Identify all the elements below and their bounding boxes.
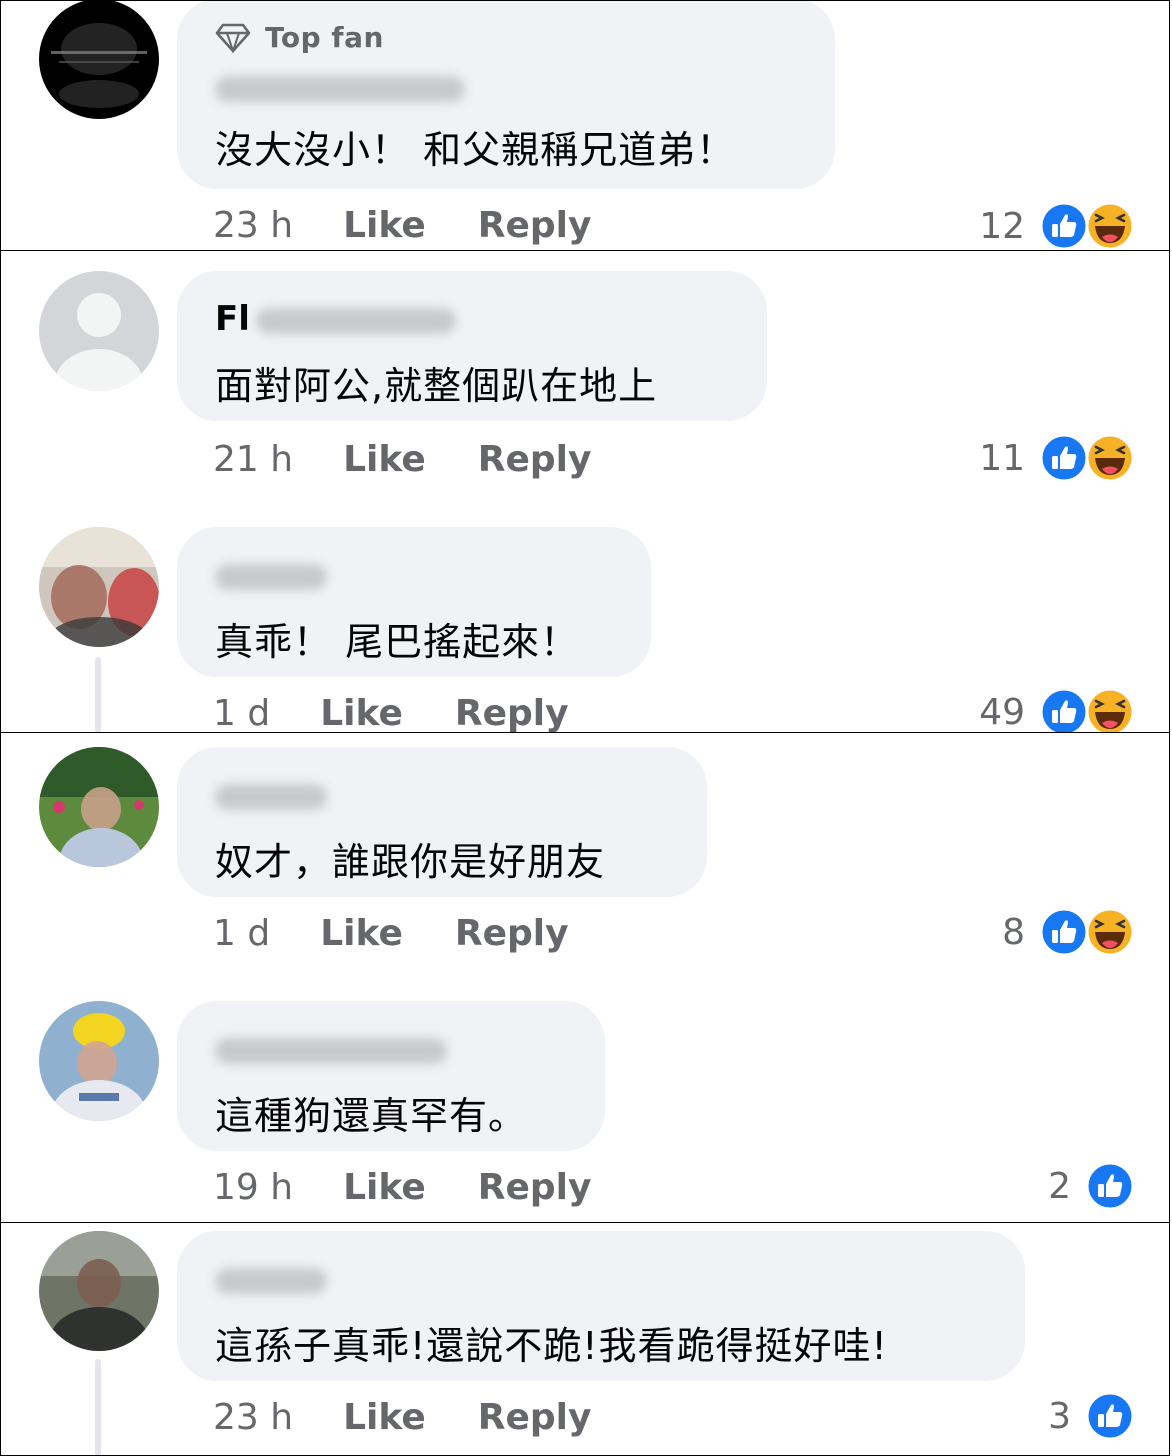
comment-text: 面對阿公,就整個趴在地上 (215, 364, 658, 408)
comment-bubble: 奴才，誰跟你是好朋友 (177, 747, 707, 897)
reply-button[interactable]: Reply (455, 913, 569, 954)
comment-time[interactable]: 23 h (213, 205, 293, 246)
reply-button[interactable]: Reply (455, 693, 569, 732)
reaction-count: 11 (979, 437, 1025, 479)
comment-actions: 19 h Like Reply (213, 1167, 591, 1208)
comment-actions: 23 h Like Reply (213, 1397, 591, 1438)
comment-time[interactable]: 21 h (213, 439, 293, 480)
reply-button[interactable]: Reply (478, 439, 592, 480)
avatar[interactable] (39, 1231, 159, 1351)
commenter-name[interactable] (215, 775, 327, 815)
thread-line (95, 657, 101, 732)
avatar[interactable] (39, 1001, 159, 1121)
reply-button[interactable]: Reply (478, 205, 592, 246)
comment-text: 這孫子真乖!還說不跪!我看跪得挺好哇! (215, 1324, 888, 1368)
reaction-summary[interactable]: 49 (979, 687, 1135, 733)
comment-panel-4: 這孫子真乖!還說不跪!我看跪得挺好哇! 23 h Like Reply 3 (0, 1222, 1170, 1456)
comment-bubble: 這孫子真乖!還說不跪!我看跪得挺好哇! (177, 1231, 1025, 1381)
avatar[interactable] (39, 271, 159, 391)
like-button[interactable]: Like (343, 1397, 426, 1438)
like-button[interactable]: Like (343, 205, 426, 246)
comment-time[interactable]: 23 h (213, 1397, 293, 1438)
comment-text: 沒大沒小！ 和父親稱兄道弟！ (215, 128, 736, 172)
reaction-summary[interactable]: 12 (979, 201, 1135, 250)
comment-time[interactable]: 1 d (213, 693, 270, 732)
comment-text: 奴才，誰跟你是好朋友 (215, 840, 606, 884)
comment-panel-3: 奴才，誰跟你是好朋友 1 d Like Reply 8 這種狗還真罕有。 19 … (0, 732, 1170, 1224)
comment-text: 這種狗還真罕有。 (215, 1094, 528, 1138)
haha-icon (1085, 201, 1135, 250)
haha-icon (1085, 433, 1135, 483)
reply-button[interactable]: Reply (478, 1167, 592, 1208)
comment-bubble: 這種狗還真罕有。 (177, 1001, 605, 1151)
reaction-count: 49 (979, 691, 1025, 733)
comment-panel-1: Top fan 沒大沒小！ 和父親稱兄道弟！ 23 h Like Reply 1… (0, 0, 1170, 251)
avatar[interactable] (39, 1, 159, 119)
commenter-name[interactable] (215, 555, 327, 595)
like-icon (1085, 1391, 1135, 1441)
comment-time[interactable]: 1 d (213, 913, 270, 954)
reaction-count: 8 (1002, 911, 1025, 953)
comment-actions: 1 d Like Reply (213, 693, 569, 732)
commenter-name[interactable] (215, 1259, 327, 1299)
top-fan-badge: Top fan (215, 21, 384, 54)
like-icon (1085, 1161, 1135, 1211)
like-button[interactable]: Like (343, 1167, 426, 1208)
reaction-count: 3 (1048, 1395, 1071, 1437)
like-icon (1039, 433, 1089, 483)
like-icon (1039, 201, 1089, 250)
comment-actions: 23 h Like Reply (213, 205, 591, 246)
reaction-count: 12 (979, 205, 1025, 247)
avatar[interactable] (39, 527, 159, 647)
haha-icon (1085, 907, 1135, 957)
commenter-name-visible: Fl (215, 299, 250, 339)
like-button[interactable]: Like (320, 693, 403, 732)
comment-actions: 21 h Like Reply (213, 439, 591, 480)
diamond-icon (215, 23, 251, 53)
like-icon (1039, 687, 1089, 732)
comment-bubble: Top fan 沒大沒小！ 和父親稱兄道弟！ (177, 1, 835, 189)
reaction-count: 2 (1048, 1165, 1071, 1207)
commenter-name[interactable]: Fl (215, 299, 456, 339)
thread-line (95, 1359, 101, 1455)
reaction-summary[interactable]: 2 (1048, 1161, 1135, 1211)
reply-button[interactable]: Reply (478, 1397, 592, 1438)
reaction-summary[interactable]: 8 (1002, 907, 1135, 957)
comment-text: 真乖！ 尾巴搖起來！ (215, 620, 580, 664)
like-icon (1039, 907, 1089, 957)
comment-time[interactable]: 19 h (213, 1167, 293, 1208)
comment-actions: 1 d Like Reply (213, 913, 569, 954)
reaction-summary[interactable]: 3 (1048, 1391, 1135, 1441)
comment-bubble: 真乖！ 尾巴搖起來！ (177, 527, 651, 677)
top-fan-label: Top fan (265, 21, 384, 54)
like-button[interactable]: Like (343, 439, 426, 480)
comment-panel-2: Fl 面對阿公,就整個趴在地上 21 h Like Reply 11 真乖！ 尾… (0, 250, 1170, 733)
like-button[interactable]: Like (320, 913, 403, 954)
comment-bubble: Fl 面對阿公,就整個趴在地上 (177, 271, 767, 421)
avatar[interactable] (39, 747, 159, 867)
haha-icon (1085, 687, 1135, 732)
commenter-name[interactable] (215, 1029, 447, 1069)
commenter-name[interactable] (215, 67, 465, 107)
reaction-summary[interactable]: 11 (979, 433, 1135, 483)
